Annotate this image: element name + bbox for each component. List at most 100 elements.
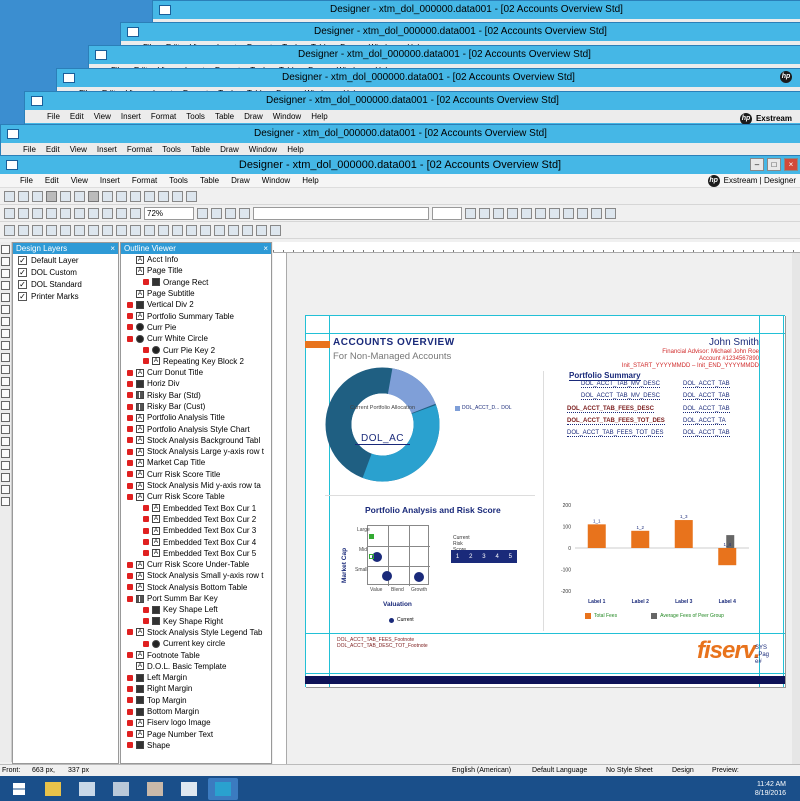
tool-icon[interactable] — [4, 190, 15, 202]
lock-icon[interactable] — [127, 403, 133, 410]
ps-cell[interactable]: DOL_ACCT_TAB — [683, 381, 730, 388]
checkbox[interactable]: ✓ — [18, 279, 27, 289]
lock-icon[interactable] — [143, 279, 149, 286]
lock-icon[interactable] — [127, 697, 133, 704]
outline-item[interactable]: A Stock Analysis Bottom Table — [121, 582, 271, 593]
outline-item[interactable]: A Page Title — [121, 265, 271, 276]
text-icon[interactable] — [1, 269, 10, 278]
underline-icon[interactable] — [493, 207, 504, 219]
start-button[interactable] — [4, 778, 34, 800]
outline-item[interactable]: A Footnote Table — [121, 649, 271, 660]
tool-icon[interactable] — [1, 329, 10, 338]
account-line[interactable]: Account #1234567890 — [699, 356, 759, 362]
app-icon[interactable] — [72, 778, 102, 800]
menu-file[interactable]: File — [20, 174, 33, 187]
tool-icon[interactable] — [144, 190, 155, 202]
outline-item[interactable]: A Embedded Text Box Cur 1 — [121, 503, 271, 514]
checkbox[interactable]: ✓ — [18, 291, 27, 301]
lock-icon[interactable] — [127, 448, 133, 455]
tool-icon[interactable] — [32, 224, 43, 236]
app-icon[interactable] — [174, 778, 204, 800]
tool-icon[interactable] — [102, 207, 113, 219]
layer-row[interactable]: ✓ DOL Standard — [13, 278, 118, 290]
ps-cell[interactable]: DOL_ACCT_TAB_MV_DESC — [581, 393, 660, 400]
outline-item[interactable]: A Page Number Text — [121, 728, 271, 739]
tool-icon[interactable] — [1, 341, 10, 350]
lock-icon[interactable] — [127, 482, 133, 489]
tool-icon[interactable] — [116, 224, 127, 236]
tool-icon[interactable] — [46, 224, 57, 236]
tool-icon[interactable] — [74, 190, 85, 202]
lock-icon[interactable] — [127, 471, 133, 478]
layer-row[interactable]: ✓ Default Layer — [13, 254, 118, 266]
design-canvas[interactable]: ACCOUNTS OVERVIEW For Non-Managed Accoun… — [273, 242, 800, 764]
layer-row[interactable]: ✓ DOL Custom — [13, 266, 118, 278]
size-select[interactable] — [432, 206, 462, 220]
menu-insert[interactable]: Insert — [100, 174, 120, 187]
tool-icon[interactable] — [507, 207, 518, 219]
outline-item[interactable]: Current key circle — [121, 638, 271, 649]
lock-icon[interactable] — [127, 335, 133, 342]
pointer-icon[interactable] — [1, 245, 10, 254]
tool-icon[interactable] — [1, 293, 10, 302]
lock-icon[interactable] — [127, 426, 133, 433]
tool-icon[interactable] — [1, 305, 10, 314]
lock-icon[interactable] — [127, 324, 133, 331]
outline-item[interactable]: Orange Rect — [121, 277, 271, 288]
tool-icon[interactable] — [74, 207, 85, 219]
tool-icon[interactable] — [18, 224, 29, 236]
zoom-icon[interactable] — [130, 207, 141, 219]
lock-icon[interactable] — [143, 618, 149, 625]
tool-icon[interactable] — [102, 224, 113, 236]
tool-icon[interactable] — [88, 207, 99, 219]
ps-cell[interactable]: DOL_ACCT_TA — [683, 418, 726, 425]
lock-icon[interactable] — [127, 459, 133, 466]
lock-icon[interactable] — [143, 358, 149, 365]
footnote-table[interactable]: DOL_ACCT_TAB_FEES_Footnote DOL_ACCT_TAB_D… — [337, 637, 428, 649]
lock-icon[interactable] — [127, 572, 133, 579]
zoom-select[interactable]: 72% — [144, 206, 194, 220]
tool-icon[interactable] — [46, 190, 57, 202]
lock-icon[interactable] — [127, 414, 133, 421]
tool-icon[interactable] — [270, 224, 281, 236]
clock[interactable]: 11:42 AM 8/19/2016 — [755, 780, 786, 798]
lock-icon[interactable] — [143, 539, 149, 546]
tool-icon[interactable] — [74, 224, 85, 236]
outline-item[interactable]: Right Margin — [121, 683, 271, 694]
outline-item[interactable]: A Curr Risk Score Under-Table — [121, 559, 271, 570]
outline-item[interactable]: A Stock Analysis Small y-axis row t — [121, 570, 271, 581]
vertical-scrollbar[interactable] — [792, 253, 800, 764]
file-explorer-icon[interactable] — [38, 778, 68, 800]
designer-taskbar-icon[interactable] — [208, 777, 238, 800]
tool-icon[interactable] — [1, 485, 10, 494]
tool-icon[interactable] — [1, 449, 10, 458]
outline-item[interactable]: Risky Bar (Std) — [121, 390, 271, 401]
port-summ-bar-key[interactable]: Total Fees Average Fees of Peer Group — [585, 613, 724, 619]
outline-item[interactable]: A Embedded Text Box Cur 3 — [121, 525, 271, 536]
outline-item[interactable]: Bottom Margin — [121, 706, 271, 717]
lock-icon[interactable] — [127, 392, 133, 399]
menu-edit[interactable]: Edit — [45, 174, 59, 187]
tool-icon[interactable] — [1, 389, 10, 398]
outline-item[interactable]: A Page Subtitle — [121, 288, 271, 299]
outline-item[interactable]: A Stock Analysis Mid y-axis row ta — [121, 480, 271, 491]
lock-icon[interactable] — [127, 708, 133, 715]
lock-icon[interactable] — [143, 347, 149, 354]
outline-item[interactable]: A Stock Analysis Background Tabl — [121, 435, 271, 446]
tool-icon[interactable] — [549, 207, 560, 219]
tool-icon[interactable] — [32, 207, 43, 219]
tool-icon[interactable] — [130, 224, 141, 236]
lock-icon[interactable] — [127, 674, 133, 681]
lock-icon[interactable] — [127, 369, 133, 376]
risk-score-box[interactable]: 5 — [509, 554, 512, 560]
minimize-button[interactable]: – — [750, 158, 764, 171]
tool-icon[interactable] — [211, 207, 222, 219]
tool-icon[interactable] — [158, 224, 169, 236]
tool-icon[interactable] — [1, 461, 10, 470]
tool-icon[interactable] — [1, 413, 10, 422]
curr-pie-key[interactable]: DOL_ACCT_D... DOL — [455, 405, 512, 411]
advisor-line[interactable]: Financial Advisor: Michael John Roe — [662, 349, 759, 355]
tool-icon[interactable] — [521, 207, 532, 219]
portfolio-analysis-title[interactable]: Portfolio Analysis and Risk Score — [365, 505, 501, 515]
close-icon[interactable]: × — [263, 243, 268, 254]
